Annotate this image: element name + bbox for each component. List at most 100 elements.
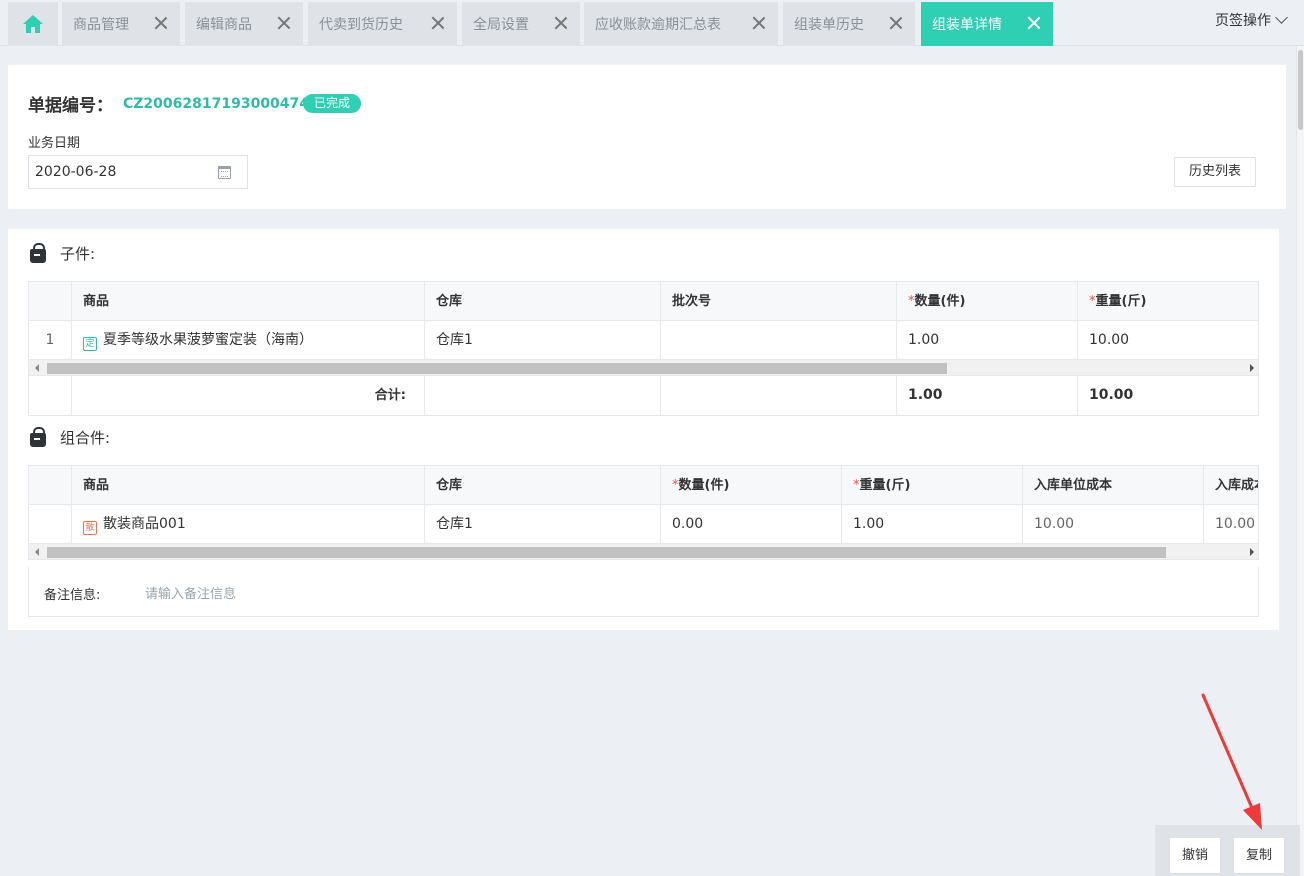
tab-receivable-overdue[interactable]: 应收账款逾期汇总表 (584, 2, 778, 46)
tab-product-management[interactable]: 商品管理 (62, 2, 180, 46)
tab-consignment-history[interactable]: 代卖到货历史 (308, 2, 457, 46)
tab-bar: 商品管理 编辑商品 代卖到货历史 全局设置 应收账款逾期汇总表 组装单历史 组装… (0, 0, 1304, 46)
scroll-right-arrow-icon[interactable] (1250, 364, 1254, 372)
tab-label: 组装单详情 (932, 17, 1002, 33)
tab-label: 组装单历史 (794, 17, 864, 33)
revoke-button[interactable]: 撤销 (1169, 837, 1221, 874)
total-batch (661, 376, 897, 415)
children-table: 商品 仓库 批次号 *数量(件) *重量(斤) 1 定夏季等级水果菠萝蜜定装（海… (28, 281, 1259, 416)
business-date-value: 2020-06-28 (35, 164, 117, 180)
header-warehouse: 仓库 (425, 282, 661, 321)
tab-label: 商品管理 (73, 17, 129, 33)
row-qty[interactable]: 0.00 (661, 505, 842, 544)
vertical-scrollbar[interactable] (1296, 46, 1304, 876)
total-warehouse (425, 376, 661, 415)
scrollbar-thumb[interactable] (47, 547, 1166, 558)
assembly-title-text: 组合件: (60, 429, 111, 447)
header-weight-text: 重量(斤) (1095, 294, 1147, 309)
close-icon[interactable] (152, 14, 170, 32)
total-index (29, 376, 72, 415)
tab-label: 全局设置 (473, 17, 529, 33)
row-warehouse[interactable]: 仓库1 (425, 321, 661, 360)
close-icon[interactable] (429, 14, 447, 32)
business-date-label: 业务日期 (28, 136, 81, 151)
row-unit-cost: 10.00 (1023, 505, 1204, 544)
row-product[interactable]: 定夏季等级水果菠萝蜜定装（海南） (72, 321, 425, 360)
doc-number-label: 单据编号： (28, 96, 113, 116)
total-qty: 1.00 (897, 376, 1078, 415)
status-badge: 已完成 (303, 94, 362, 113)
row-batch[interactable] (661, 321, 897, 360)
row-index (29, 505, 72, 544)
header-qty-text: 数量(件) (914, 294, 966, 309)
header-qty: *数量(件) (661, 466, 842, 505)
scroll-left-arrow-icon[interactable] (35, 548, 39, 556)
children-title-text: 子件: (60, 245, 96, 263)
close-icon[interactable] (887, 14, 905, 32)
header-warehouse: 仓库 (425, 466, 661, 505)
business-date-field[interactable]: 2020-06-28 (28, 155, 248, 189)
tab-label: 应收账款逾期汇总表 (595, 17, 721, 33)
header-unit-cost: 入库单位成本 (1023, 466, 1204, 505)
page-ops-label: 页签操作 (1215, 13, 1271, 29)
tab-assembly-history[interactable]: 组装单历史 (783, 2, 915, 46)
row-warehouse[interactable]: 仓库1 (425, 505, 661, 544)
tab-assembly-detail[interactable]: 组装单详情 (921, 2, 1053, 46)
row-qty[interactable]: 1.00 (897, 321, 1078, 360)
scroll-left-arrow-icon[interactable] (35, 364, 39, 372)
tab-edit-product[interactable]: 编辑商品 (185, 2, 303, 46)
copy-button[interactable]: 复制 (1233, 837, 1285, 874)
table-row[interactable]: 1 定夏季等级水果菠萝蜜定装（海南） 仓库1 1.00 10.00 (29, 321, 1258, 360)
fixed-pack-tag-icon: 定 (83, 337, 97, 351)
children-section-title: 子件: (30, 242, 96, 264)
scrollbar-thumb[interactable] (47, 363, 947, 374)
row-product[interactable]: 散散装商品001 (72, 505, 425, 544)
tab-home[interactable] (8, 2, 58, 46)
close-icon[interactable] (275, 14, 293, 32)
close-icon[interactable] (1025, 14, 1043, 32)
shopping-bag-icon (30, 426, 46, 447)
chevron-down-icon (1275, 11, 1288, 24)
annotation-arrow-icon (1201, 693, 1262, 830)
header-weight-text: 重量(斤) (859, 478, 911, 493)
horizontal-scrollbar[interactable] (29, 544, 1258, 559)
table-header-row: 商品 仓库 批次号 *数量(件) *重量(斤) (29, 282, 1258, 321)
header-cost: 入库成本 (1204, 466, 1258, 505)
header-product: 商品 (72, 282, 425, 321)
scroll-right-arrow-icon[interactable] (1250, 548, 1254, 556)
home-icon (23, 15, 43, 33)
remark-panel: 备注信息: 请输入备注信息 (28, 567, 1259, 617)
assembly-section-title: 组合件: (30, 426, 111, 448)
row-index: 1 (29, 321, 72, 360)
row-cost: 10.00 (1204, 505, 1258, 544)
doc-number: CZ200628171930004747 (123, 96, 319, 112)
row-weight[interactable]: 1.00 (842, 505, 1023, 544)
row-product-name: 散装商品001 (103, 516, 186, 532)
main-card: 子件: 商品 仓库 批次号 *数量(件) *重量(斤) 1 定夏季等级水果菠萝蜜… (8, 229, 1279, 630)
total-label: 合计: (72, 376, 425, 415)
row-weight[interactable]: 10.00 (1078, 321, 1258, 360)
row-product-name: 夏季等级水果菠萝蜜定装（海南） (103, 332, 313, 348)
table-header-row: 商品 仓库 *数量(件) *重量(斤) 入库单位成本 入库成本 (29, 466, 1258, 505)
close-icon[interactable] (552, 14, 570, 32)
total-weight: 10.00 (1089, 387, 1134, 403)
header-card: 单据编号： CZ200628171930004747 已完成 业务日期 2020… (8, 65, 1286, 209)
header-batch: 批次号 (661, 282, 897, 321)
assembly-table: 商品 仓库 *数量(件) *重量(斤) 入库单位成本 入库成本 散散装商品001… (28, 465, 1259, 560)
shopping-bag-icon (30, 242, 46, 263)
calendar-icon[interactable] (218, 166, 231, 179)
close-icon[interactable] (750, 14, 768, 32)
remark-label: 备注信息: (44, 588, 101, 603)
scrollbar-thumb[interactable] (1298, 50, 1303, 130)
header-qty-text: 数量(件) (678, 478, 730, 493)
header-product: 商品 (72, 466, 425, 505)
history-list-button[interactable]: 历史列表 (1174, 157, 1256, 187)
horizontal-scrollbar[interactable] (29, 360, 1258, 376)
tab-global-settings[interactable]: 全局设置 (462, 2, 580, 46)
bulk-tag-icon: 散 (83, 521, 97, 535)
remark-input[interactable]: 请输入备注信息 (145, 583, 236, 602)
table-row[interactable]: 散散装商品001 仓库1 0.00 1.00 10.00 10.00 (29, 505, 1258, 544)
table-total-row: 合计: 1.00 10.00 (29, 376, 1258, 415)
tab-label: 代卖到货历史 (319, 17, 403, 33)
page-ops-dropdown[interactable]: 页签操作 (1215, 10, 1288, 30)
